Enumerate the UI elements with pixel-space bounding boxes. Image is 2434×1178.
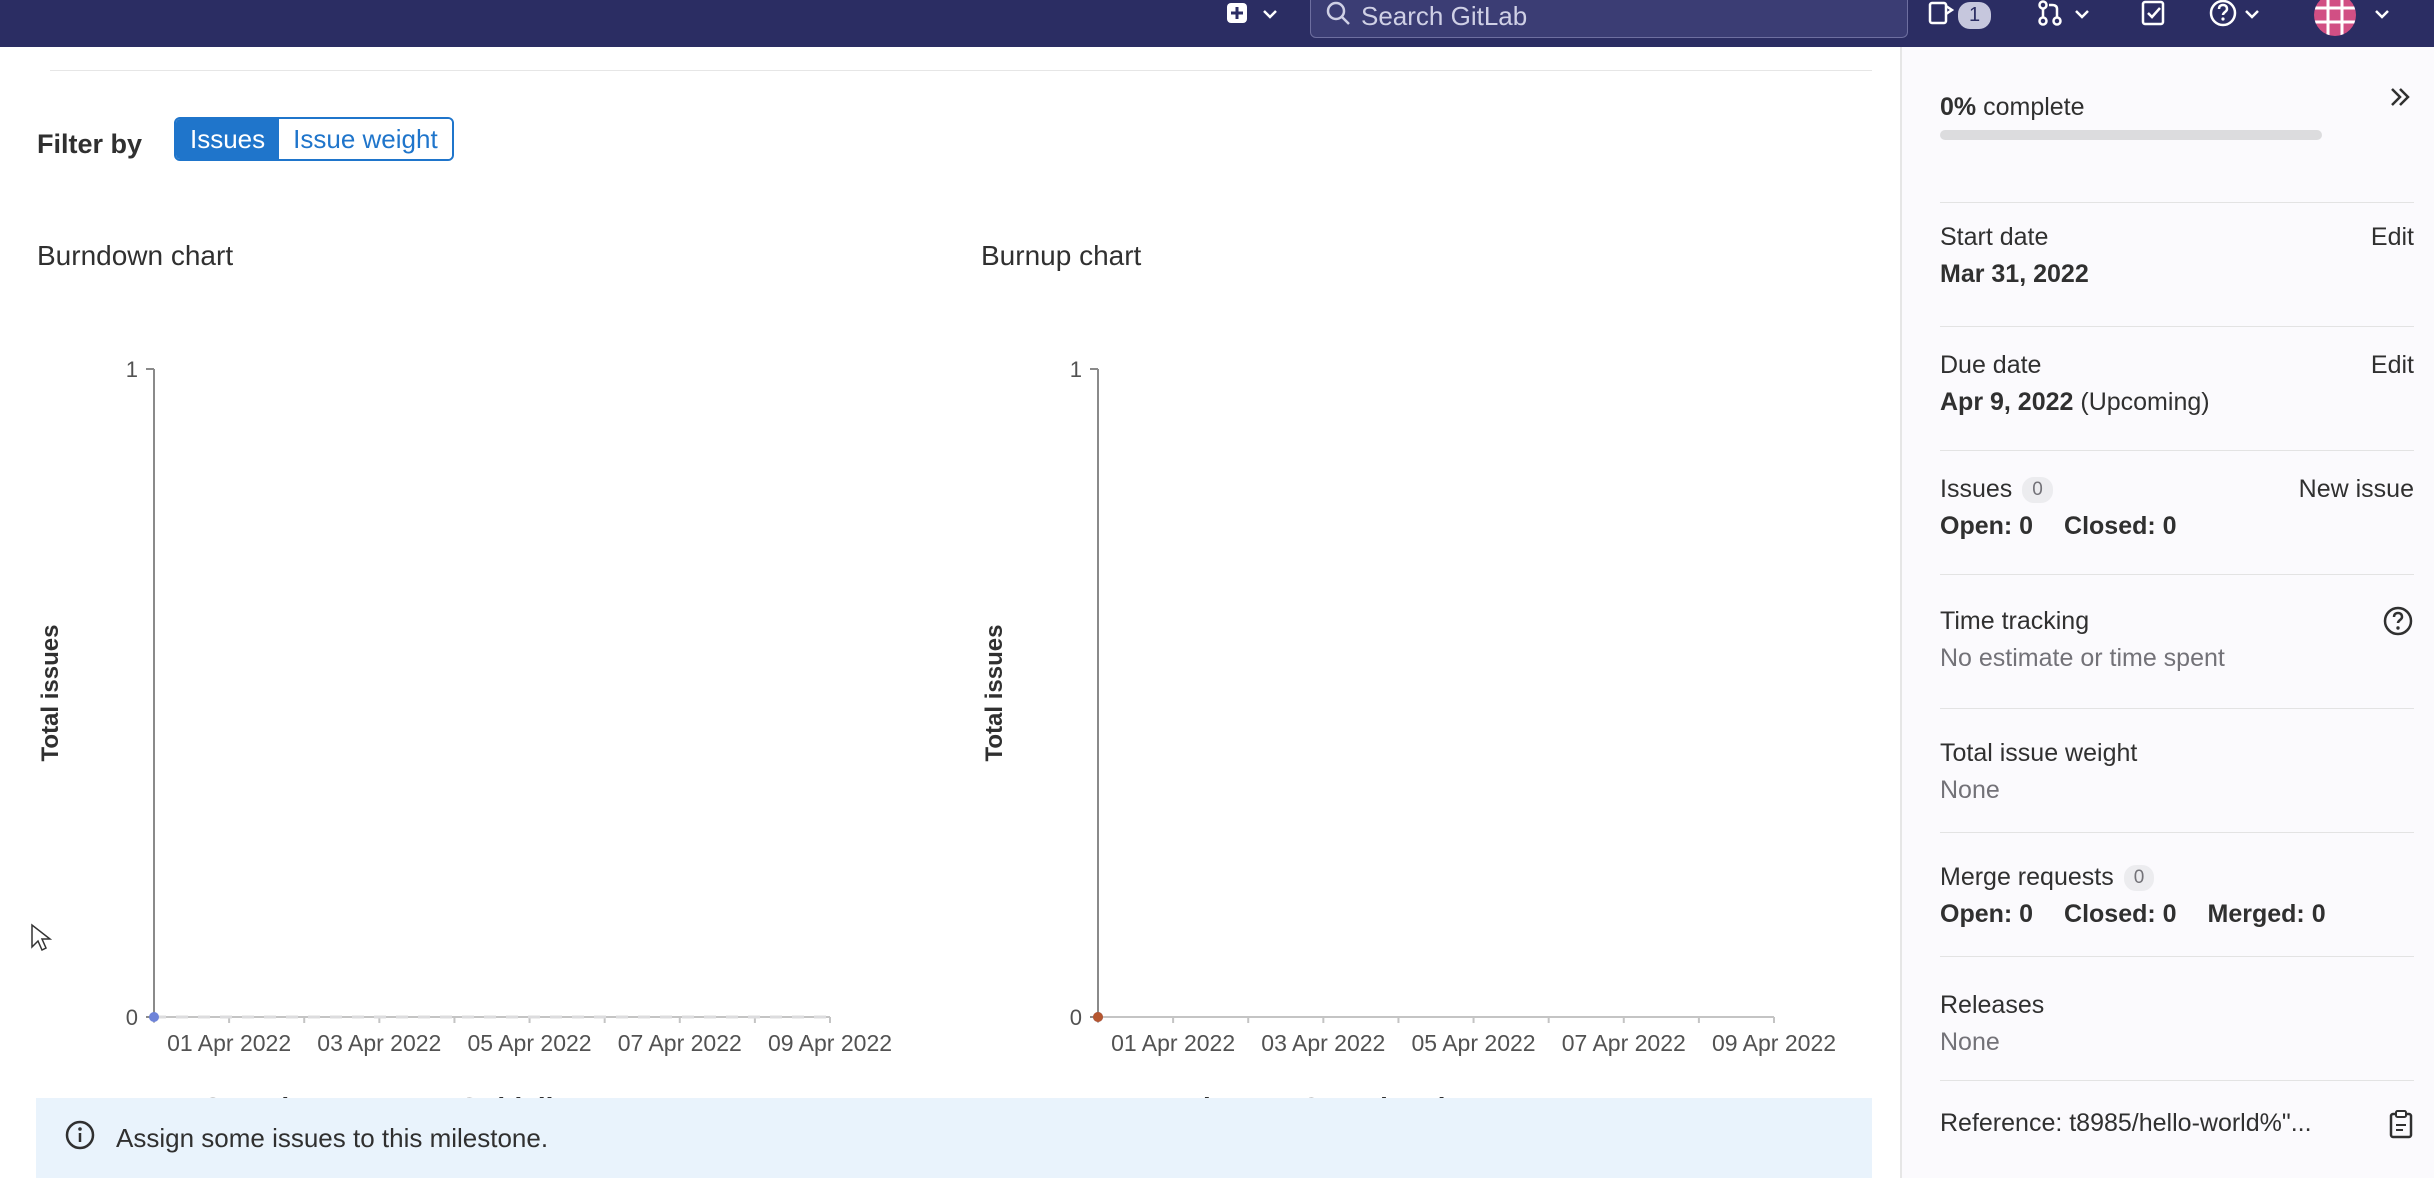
due-date-label: Due date (1940, 351, 2042, 379)
progress-bar (1940, 130, 2322, 140)
x-tick-label: 09 Apr 2022 (1712, 1030, 1836, 1056)
issues-count-badge: 1 (1958, 1, 1992, 29)
clipboard-icon (2388, 1110, 2414, 1145)
merge-requests-stats: Open: 0 Closed: 0 Merged: 0 (1940, 900, 2414, 929)
burndown-chart: 0 1 01 Apr 2022 03 Apr 2022 05 Apr 2022 07 Ap… (37, 357, 892, 1056)
burnup-chart-title: Burnup chart (981, 240, 1142, 271)
filter-issue-weight-button[interactable]: Issue weight (279, 119, 452, 159)
chevron-down-icon (1262, 6, 1278, 24)
chevron-down-icon (2244, 6, 2260, 24)
avatar (2314, 0, 2356, 36)
burnup-chart: 0 1 01 Apr 2022 03 Apr 2022 05 Apr 2022 07 Ap… (981, 357, 1836, 1056)
merge-request-icon (2036, 0, 2064, 32)
reference-text: Reference: t8985/hello-world%"... (1940, 1109, 2312, 1137)
x-tick-label: 07 Apr 2022 (1562, 1030, 1686, 1056)
x-tick-label: 07 Apr 2022 (618, 1030, 742, 1056)
milestone-sidebar: 0% complete Start date Mar 31, 2022 Edit… (1900, 47, 2434, 1178)
total-weight-label: Total issue weight (1940, 739, 2138, 767)
filter-issues-button[interactable]: Issues (176, 119, 280, 159)
mr-closed: Closed: 0 (2064, 900, 2177, 928)
x-tick-label: 03 Apr 2022 (317, 1030, 441, 1056)
info-icon (64, 1119, 116, 1158)
info-alert: Assign some issues to this milestone. (36, 1098, 1872, 1178)
x-tick-label: 05 Apr 2022 (1412, 1030, 1536, 1056)
mr-open: Open: 0 (1940, 900, 2034, 928)
releases-label: Releases (1940, 991, 2045, 1019)
data-point (149, 1012, 159, 1022)
todo-icon (2140, 0, 2168, 32)
mr-merged: Merged: 0 (2207, 900, 2326, 928)
time-tracking-help-button[interactable] (2382, 605, 2414, 644)
search-placeholder: Search GitLab (1361, 0, 1528, 31)
total-weight-value: None (1940, 776, 2000, 804)
due-date-line: Apr 9, 2022 (Upcoming) (1940, 388, 2414, 417)
edit-due-date-button[interactable]: Edit (2371, 351, 2414, 380)
issues-nav-button[interactable]: 1 (1928, 0, 1992, 31)
divider (50, 70, 1872, 71)
data-point (1093, 1012, 1103, 1022)
progress-section: 0% complete (1940, 93, 2414, 203)
issues-label-text: Issues (1940, 475, 2013, 503)
reference-section: Reference: t8985/hello-world%"... (1940, 1109, 2414, 1159)
issues-section: Issues 0 Open: 0 Closed: 0 New issue (1940, 451, 2414, 575)
due-date-section: Due date Apr 9, 2022 (Upcoming) Edit (1940, 327, 2414, 451)
user-menu-button[interactable] (2314, 0, 2390, 36)
issues-stats: Open: 0 Closed: 0 (1940, 512, 2414, 541)
time-tracking-label: Time tracking (1940, 607, 2090, 635)
progress-text: 0% complete (1940, 93, 2414, 122)
y-tick-label: 1 (1070, 357, 1082, 382)
merge-requests-label: Merge requests 0 (1940, 863, 2414, 892)
x-tick-label: 05 Apr 2022 (468, 1030, 592, 1056)
alert-text: Assign some issues to this milestone. (116, 1122, 549, 1153)
issues-open: Open: 0 (1940, 512, 2034, 540)
releases-section: Releases None (1940, 957, 2414, 1081)
start-date-section: Start date Mar 31, 2022 Edit (1940, 203, 2414, 327)
issues-icon (1928, 0, 1955, 31)
total-weight-section: Total issue weight None (1940, 709, 2414, 833)
start-date-value: Mar 31, 2022 (1940, 260, 2089, 288)
due-date-note: (Upcoming) (2080, 388, 2210, 416)
plus-square-icon (1226, 2, 1248, 29)
x-tick-label: 09 Apr 2022 (768, 1030, 892, 1056)
x-tick-label: 01 Apr 2022 (167, 1030, 291, 1056)
new-issue-button[interactable]: New issue (2299, 475, 2414, 504)
help-icon (2208, 0, 2238, 33)
help-icon (2382, 606, 2414, 643)
y-axis-label: Total issues (981, 625, 1008, 762)
progress-suffix: complete (1983, 93, 2085, 121)
y-tick-label: 1 (126, 357, 138, 382)
burndown-chart-title: Burndown chart (37, 240, 234, 271)
top-navbar: Search GitLab 1 (0, 0, 2434, 47)
progress-value: 0% (1940, 93, 1977, 121)
y-tick-label: 0 (126, 1005, 138, 1030)
search-input[interactable]: Search GitLab (1310, 0, 1908, 38)
mouse-pointer-icon (30, 923, 53, 958)
todo-button[interactable] (2140, 0, 2168, 30)
filter-label: Filter by (37, 129, 143, 159)
copy-reference-button[interactable] (2388, 1109, 2414, 1146)
issues-count: 0 (2022, 477, 2053, 504)
time-tracking-value: No estimate or time spent (1940, 644, 2225, 672)
time-tracking-section: Time tracking No estimate or time spent (1940, 575, 2414, 709)
y-axis-label: Total issues (37, 625, 64, 762)
issues-closed: Closed: 0 (2064, 512, 2177, 540)
merge-requests-section: Merge requests 0 Open: 0 Closed: 0 Merged… (1940, 833, 2414, 957)
start-date-label: Start date (1940, 223, 2049, 251)
help-menu-button[interactable] (2208, 0, 2260, 30)
x-tick-label: 03 Apr 2022 (1261, 1030, 1385, 1056)
merge-requests-label-text: Merge requests (1940, 863, 2114, 891)
edit-start-date-button[interactable]: Edit (2371, 223, 2414, 252)
milestone-main-content: Filter by Issues Issue weight Burndown c… (0, 47, 1900, 1178)
due-date-value: Apr 9, 2022 (1940, 388, 2074, 416)
merge-requests-count: 0 (2123, 865, 2155, 892)
x-tick-label: 01 Apr 2022 (1111, 1030, 1235, 1056)
releases-value: None (1940, 1028, 2000, 1056)
chevron-down-icon (2074, 6, 2090, 24)
chevron-down-icon (2374, 6, 2390, 24)
search-icon (1325, 0, 1361, 33)
y-tick-label: 0 (1070, 1005, 1082, 1030)
new-menu-button[interactable] (1226, 0, 1278, 30)
merge-requests-nav-button[interactable] (2036, 0, 2090, 30)
filter-toggle: Issues Issue weight (174, 117, 454, 161)
